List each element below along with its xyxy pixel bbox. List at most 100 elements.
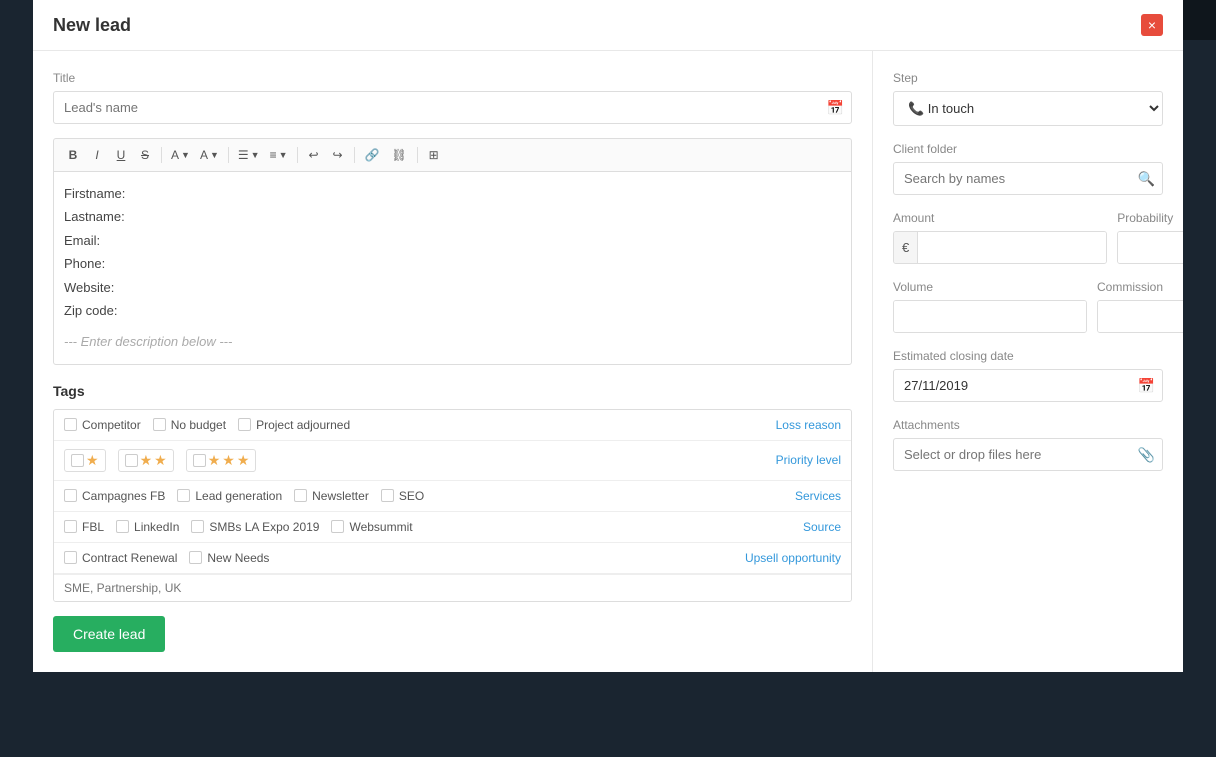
- star-group-2[interactable]: ★ ★: [118, 449, 174, 472]
- volume-input[interactable]: [894, 301, 1086, 332]
- tags-label: Tags: [53, 383, 852, 399]
- lead-name-input[interactable]: [53, 91, 852, 124]
- tag-newsletter[interactable]: Newsletter: [294, 489, 369, 503]
- modal-right-panel: Step 📞 In touch New Qualified Closed Cli…: [873, 51, 1183, 672]
- tag-fbl-label: FBL: [82, 520, 104, 534]
- tag-linkedin-checkbox[interactable]: [116, 520, 129, 533]
- title-input-wrapper: 📅: [53, 91, 852, 124]
- tag-new-needs[interactable]: New Needs: [189, 551, 269, 565]
- star-3c: ★: [237, 452, 250, 469]
- tag-lead-generation[interactable]: Lead generation: [177, 489, 282, 503]
- closing-date-field: Estimated closing date 📅: [893, 349, 1163, 402]
- tag-fbl[interactable]: FBL: [64, 520, 104, 534]
- tag-smbs-checkbox[interactable]: [191, 520, 204, 533]
- calendar-icon: 📅: [827, 99, 844, 116]
- tag-project-adjourned[interactable]: Project adjourned: [238, 418, 350, 432]
- loss-reason-items: Competitor No budget Project adjourned: [64, 418, 731, 432]
- editor-phone: Phone:: [64, 252, 841, 275]
- undo-button[interactable]: ↩: [303, 144, 325, 166]
- tag-linkedin-label: LinkedIn: [134, 520, 179, 534]
- commission-input[interactable]: [1098, 301, 1183, 332]
- tag-contract-renewal-checkbox[interactable]: [64, 551, 77, 564]
- editor-zipcode: Zip code:: [64, 299, 841, 322]
- editor-website: Website:: [64, 276, 841, 299]
- tag-seo[interactable]: SEO: [381, 489, 424, 503]
- date-wrapper: 📅: [893, 369, 1163, 402]
- highlight-button[interactable]: A ▼: [196, 144, 223, 166]
- tags-row-source: FBL LinkedIn SMBs LA Expo 2019: [54, 512, 851, 543]
- tag-new-needs-checkbox[interactable]: [189, 551, 202, 564]
- amount-label: Amount: [893, 211, 1107, 225]
- bold-button[interactable]: B: [62, 144, 84, 166]
- step-label: Step: [893, 71, 1163, 85]
- attachments-field: Attachments 📎: [893, 418, 1163, 471]
- tag-campagnes-fb-checkbox[interactable]: [64, 489, 77, 502]
- italic-button[interactable]: I: [86, 144, 108, 166]
- star-2b: ★: [154, 452, 167, 469]
- tag-new-needs-label: New Needs: [207, 551, 269, 565]
- tag-lead-generation-checkbox[interactable]: [177, 489, 190, 502]
- upsell-items: Contract Renewal New Needs: [64, 551, 731, 565]
- editor-content[interactable]: Firstname: Lastname: Email: Phone: Websi…: [53, 171, 852, 365]
- amount-input-wrapper: €: [893, 231, 1107, 264]
- star-group-3[interactable]: ★ ★ ★: [186, 449, 257, 472]
- tags-row-upsell: Contract Renewal New Needs Upsell opport…: [54, 543, 851, 574]
- unlink-button[interactable]: ⛓: [386, 144, 411, 166]
- commission-input-wrapper: %: [1097, 300, 1183, 333]
- editor-firstname: Firstname:: [64, 182, 841, 205]
- tag-fbl-checkbox[interactable]: [64, 520, 77, 533]
- tag-competitor[interactable]: Competitor: [64, 418, 141, 432]
- tag-project-adjourned-label: Project adjourned: [256, 418, 350, 432]
- star-2a: ★: [140, 452, 153, 469]
- tag-smbs[interactable]: SMBs LA Expo 2019: [191, 520, 319, 534]
- step-select[interactable]: 📞 In touch New Qualified Closed: [893, 91, 1163, 126]
- tag-newsletter-checkbox[interactable]: [294, 489, 307, 502]
- tag-contract-renewal[interactable]: Contract Renewal: [64, 551, 177, 565]
- probability-input[interactable]: [1118, 232, 1183, 263]
- modal-body: Title 📅 B I U S A ▼ A ▼: [33, 51, 1183, 672]
- tag-no-budget[interactable]: No budget: [153, 418, 226, 432]
- tag-linkedin[interactable]: LinkedIn: [116, 520, 179, 534]
- strikethrough-button[interactable]: S: [134, 144, 156, 166]
- tag-project-adjourned-checkbox[interactable]: [238, 418, 251, 431]
- underline-button[interactable]: U: [110, 144, 132, 166]
- attachments-label: Attachments: [893, 418, 1163, 432]
- closing-date-input[interactable]: [893, 369, 1163, 402]
- editor-toolbar: B I U S A ▼ A ▼ ☰ ▼ ≡ ▼ ↩ ↪: [53, 138, 852, 171]
- font-color-button[interactable]: A ▼: [167, 144, 194, 166]
- tag-no-budget-checkbox[interactable]: [153, 418, 166, 431]
- calendar-icon: 📅: [1138, 377, 1155, 394]
- prob-input-wrapper: %: [1117, 231, 1183, 264]
- ordered-list-button[interactable]: ≡ ▼: [266, 144, 292, 166]
- create-button-wrapper: Create lead: [53, 616, 852, 652]
- client-folder-label: Client folder: [893, 142, 1163, 156]
- tag-competitor-checkbox[interactable]: [64, 418, 77, 431]
- custom-tags-input[interactable]: [54, 574, 851, 601]
- star-group-1[interactable]: ★: [64, 449, 106, 472]
- star-3-checkbox[interactable]: [193, 454, 206, 467]
- client-folder-field: Client folder 🔍: [893, 142, 1163, 195]
- tag-seo-label: SEO: [399, 489, 424, 503]
- tag-websummit-checkbox[interactable]: [331, 520, 344, 533]
- amount-field: Amount €: [893, 211, 1107, 264]
- client-folder-input[interactable]: [893, 162, 1163, 195]
- tag-newsletter-label: Newsletter: [312, 489, 369, 503]
- tag-contract-renewal-label: Contract Renewal: [82, 551, 177, 565]
- close-button[interactable]: ×: [1141, 14, 1163, 36]
- attachments-input[interactable]: [893, 438, 1163, 471]
- probability-field: Probability %: [1117, 211, 1183, 264]
- tag-seo-checkbox[interactable]: [381, 489, 394, 502]
- link-button[interactable]: 🔗: [360, 144, 385, 166]
- star-2-checkbox[interactable]: [125, 454, 138, 467]
- tag-websummit[interactable]: Websummit: [331, 520, 412, 534]
- amount-input[interactable]: [918, 232, 1106, 263]
- amount-prob-row: Amount € Probability %: [893, 211, 1163, 264]
- create-lead-button[interactable]: Create lead: [53, 616, 165, 652]
- tags-row-services: Campagnes FB Lead generation Newsletter: [54, 481, 851, 512]
- bullet-list-button[interactable]: ☰ ▼: [234, 144, 264, 166]
- redo-button[interactable]: ↪: [327, 144, 349, 166]
- tag-campagnes-fb[interactable]: Campagnes FB: [64, 489, 165, 503]
- table-button[interactable]: ⊞: [423, 144, 445, 166]
- star-1-checkbox[interactable]: [71, 454, 84, 467]
- priority-items: ★ ★ ★ ★ ★: [64, 449, 731, 472]
